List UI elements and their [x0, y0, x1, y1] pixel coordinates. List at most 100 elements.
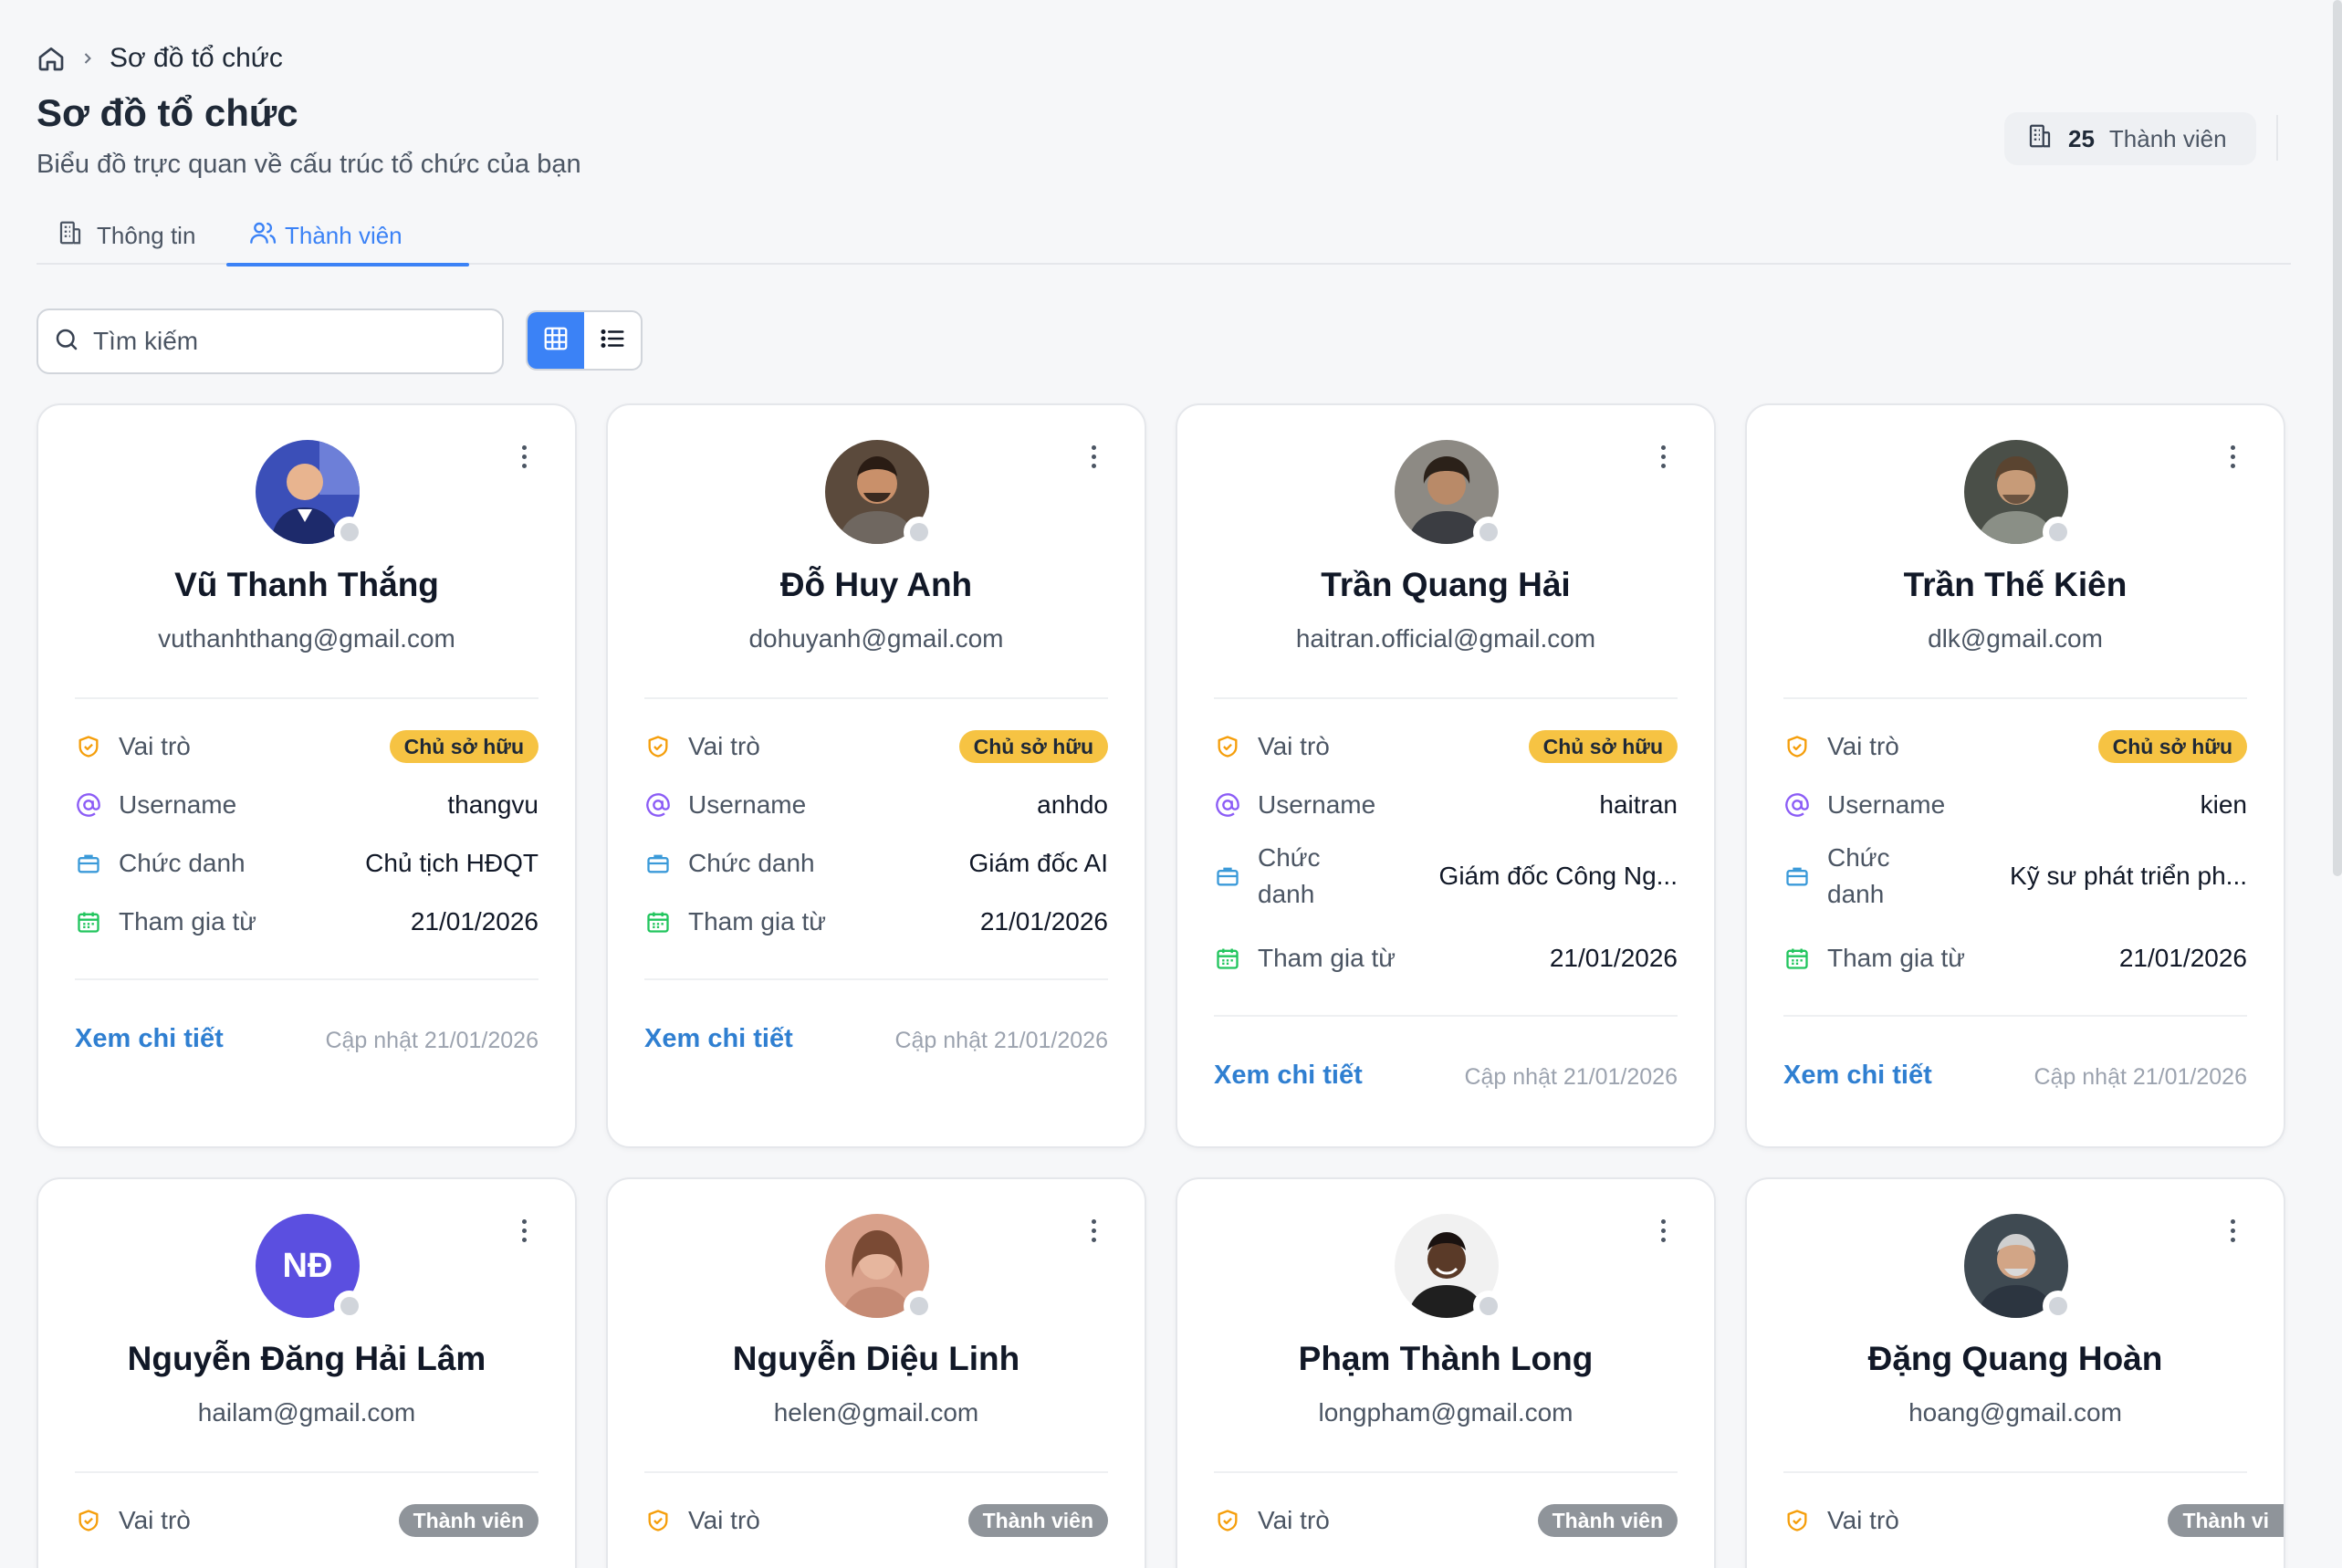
updated-timestamp: Cập nhật 21/01/2026 — [1464, 1064, 1678, 1090]
member-name: Phạm Thành Long — [1298, 1340, 1594, 1377]
joined-row: Tham gia từ 21/01/2026 — [75, 902, 538, 942]
role-badge: Chủ sở hữu — [2097, 730, 2247, 763]
role-label: Vai trò — [688, 1506, 760, 1534]
avatar — [1395, 440, 1504, 548]
joined-label: Tham gia từ — [688, 907, 827, 936]
role-label: Vai trò — [1827, 1506, 1899, 1534]
grid-icon — [542, 325, 570, 357]
member-card[interactable]: NĐ Nguyễn Đăng Hải Lâm hailam@gmail.com … — [37, 1177, 577, 1568]
view-detail-link[interactable]: Xem chi tiết — [75, 1024, 224, 1054]
role-row: Vai trò Thành vi — [1783, 1500, 2284, 1541]
joined-label: Tham gia từ — [1827, 944, 1966, 972]
role-badge: Thành viên — [1537, 1504, 1678, 1537]
username-value: anhdo — [1037, 790, 1108, 819]
status-indicator — [904, 517, 935, 548]
more-vertical-icon[interactable] — [515, 1212, 533, 1249]
tab-members[interactable]: Thành viên — [226, 206, 469, 267]
more-vertical-icon[interactable] — [2223, 438, 2242, 475]
more-vertical-icon[interactable] — [1654, 1212, 1672, 1249]
view-detail-link[interactable]: Xem chi tiết — [1214, 1061, 1363, 1091]
avatar: NĐ — [256, 1214, 365, 1322]
member-card[interactable]: Trần Quang Hải haitran.official@gmail.co… — [1176, 403, 1716, 1148]
username-label: Username — [688, 790, 807, 819]
avatar — [1964, 440, 2074, 548]
breadcrumb-current: Sơ đồ tổ chức — [110, 43, 283, 73]
divider — [1214, 1015, 1678, 1017]
at-sign-icon — [644, 791, 672, 819]
divider — [644, 978, 1108, 980]
shield-check-icon — [75, 1507, 102, 1534]
header-divider — [2276, 115, 2278, 161]
divider — [644, 1471, 1108, 1473]
member-card[interactable]: Đỗ Huy Anh dohuyanh@gmail.com Vai trò Ch… — [606, 403, 1146, 1148]
divider — [1783, 1015, 2247, 1017]
member-card[interactable]: Nguyễn Diệu Linh helen@gmail.com Vai trò… — [606, 1177, 1146, 1568]
more-vertical-icon[interactable] — [515, 438, 533, 475]
updated-timestamp: Cập nhật 21/01/2026 — [894, 1028, 1108, 1053]
role-row: Vai trò Thành viên — [75, 1500, 538, 1541]
list-view-button[interactable] — [584, 312, 641, 369]
member-card[interactable]: Trần Thế Kiên dlk@gmail.com Vai trò Chủ … — [1745, 403, 2285, 1148]
avatar — [825, 1214, 935, 1322]
divider — [1214, 697, 1678, 699]
role-row: Vai trò Chủ sở hữu — [75, 727, 538, 767]
role-label: Vai trò — [688, 732, 760, 760]
role-row: Vai trò Chủ sở hữu — [1783, 727, 2247, 767]
briefcase-icon — [75, 850, 102, 877]
more-vertical-icon[interactable] — [1084, 438, 1103, 475]
joined-value: 21/01/2026 — [2118, 944, 2247, 972]
building-icon — [57, 219, 84, 253]
grid-view-button[interactable] — [528, 312, 584, 369]
member-name: Nguyễn Diệu Linh — [732, 1340, 1020, 1377]
divider — [1783, 1471, 2247, 1473]
role-row: Vai trò Thành viên — [1214, 1500, 1678, 1541]
member-count-badge: 25 Thành viên — [2004, 112, 2256, 165]
username-row: Username kien — [1783, 785, 2247, 825]
avatar — [256, 440, 365, 548]
calendar-icon — [1783, 945, 1811, 972]
role-badge: Chủ sở hữu — [958, 730, 1108, 763]
chevron-right-icon — [78, 49, 97, 68]
shield-check-icon — [1214, 733, 1241, 760]
member-card[interactable]: Vũ Thanh Thắng vuthanhthang@gmail.com Va… — [37, 403, 577, 1148]
joined-value: 21/01/2026 — [979, 907, 1108, 936]
member-card[interactable]: Đặng Quang Hoàn hoang@gmail.com Vai trò … — [1745, 1177, 2285, 1568]
member-email: haitran.official@gmail.com — [1295, 624, 1596, 653]
more-vertical-icon[interactable] — [1654, 438, 1672, 475]
member-card[interactable]: Phạm Thành Long longpham@gmail.com Vai t… — [1176, 1177, 1716, 1568]
job-title-row: Chức danh Kỹ sư phát triển ph... — [1783, 838, 2247, 915]
username-row: Username thangvu — [75, 785, 538, 825]
job-title-value: Giám đốc AI — [968, 849, 1108, 877]
more-vertical-icon[interactable] — [1084, 1212, 1103, 1249]
avatar — [1964, 1214, 2074, 1322]
member-name: Đặng Quang Hoàn — [1867, 1340, 2163, 1377]
job-title-row: Chức danh Giám đốc Công Ng... — [1214, 838, 1678, 915]
member-email: helen@gmail.com — [773, 1398, 979, 1427]
home-icon[interactable] — [37, 44, 66, 73]
at-sign-icon — [75, 791, 102, 819]
joined-row: Tham gia từ 21/01/2026 — [1783, 938, 2247, 978]
view-detail-link[interactable]: Xem chi tiết — [644, 1024, 793, 1054]
search-box — [37, 308, 504, 374]
role-row: Vai trò Thành viên — [644, 1500, 1108, 1541]
member-name: Vũ Thanh Thắng — [174, 566, 439, 603]
tab-info-label: Thông tin — [97, 221, 196, 249]
role-row: Vai trò Chủ sở hữu — [1214, 727, 1678, 767]
list-icon — [599, 325, 626, 357]
more-vertical-icon[interactable] — [2223, 1212, 2242, 1249]
role-badge: Chủ sở hữu — [389, 730, 538, 763]
joined-value: 21/01/2026 — [410, 907, 538, 936]
scrollbar[interactable] — [2333, 0, 2342, 876]
view-detail-link[interactable]: Xem chi tiết — [1783, 1061, 1932, 1091]
divider — [644, 697, 1108, 699]
calendar-icon — [644, 908, 672, 936]
view-toggle — [526, 310, 643, 371]
status-indicator — [1473, 517, 1504, 548]
tab-info[interactable]: Thông tin — [57, 206, 221, 265]
username-label: Username — [1827, 790, 1946, 819]
job-title-label: Chức danh — [119, 849, 246, 877]
role-row: Vai trò Chủ sở hữu — [644, 727, 1108, 767]
status-indicator — [2043, 517, 2074, 548]
search-input[interactable] — [93, 327, 476, 356]
at-sign-icon — [1214, 791, 1241, 819]
